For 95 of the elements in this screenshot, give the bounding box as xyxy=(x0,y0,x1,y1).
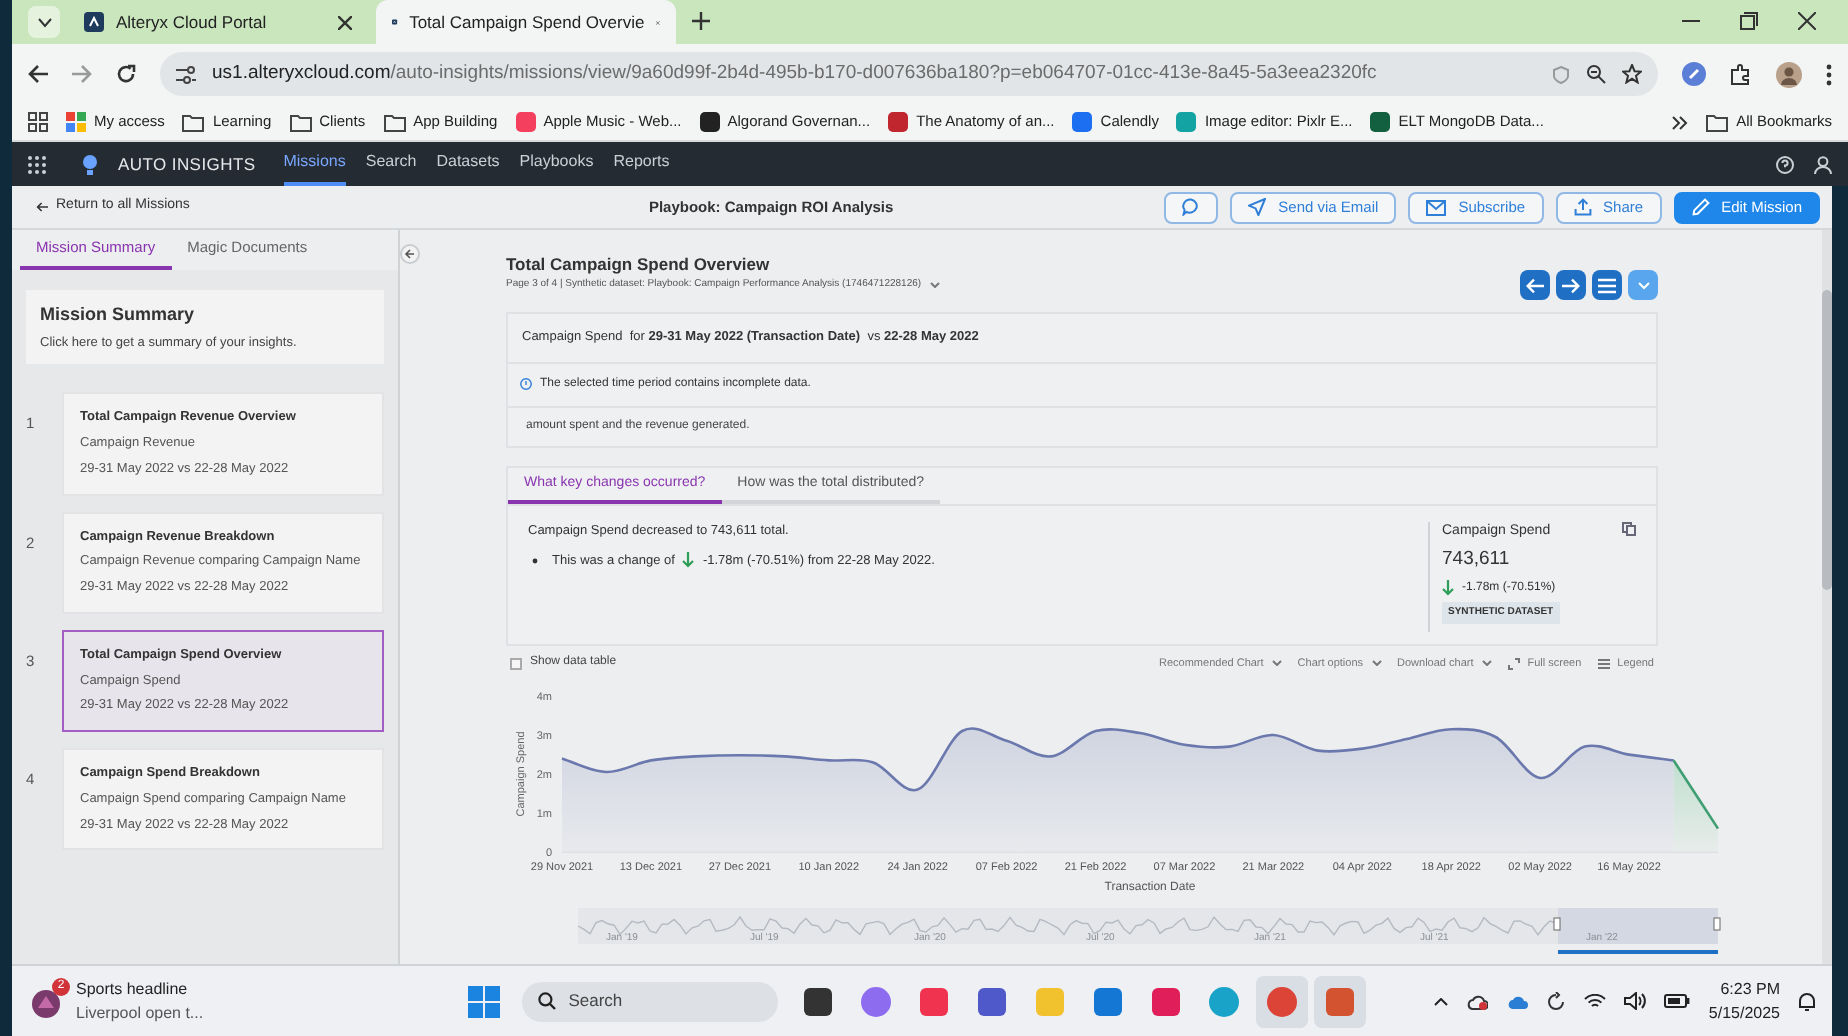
collapse-panel-icon[interactable] xyxy=(400,244,420,264)
comment-button[interactable] xyxy=(1164,191,1219,223)
folder-icon xyxy=(1706,113,1729,131)
chevron-up-icon[interactable] xyxy=(1434,997,1449,1005)
app-icon xyxy=(1324,985,1357,1017)
kebab-menu-icon[interactable] xyxy=(1826,63,1832,85)
new-tab-icon[interactable] xyxy=(692,12,710,30)
speaker-icon[interactable] xyxy=(1624,992,1647,1010)
next-button[interactable] xyxy=(1556,270,1586,300)
windows-start-icon[interactable] xyxy=(468,985,501,1017)
folder-icon xyxy=(383,113,406,131)
site-info-icon[interactable] xyxy=(176,65,196,83)
extension-icon[interactable] xyxy=(1682,62,1706,86)
arrow-right-icon xyxy=(1562,277,1580,293)
app-icon xyxy=(1150,985,1183,1017)
copy-icon[interactable] xyxy=(1622,521,1636,536)
app-icon xyxy=(802,985,835,1017)
cloud-icon[interactable] xyxy=(1466,993,1489,1009)
upload-icon xyxy=(1573,198,1592,216)
nav-tab[interactable]: Datasets xyxy=(436,142,500,186)
user-icon[interactable] xyxy=(1814,155,1832,173)
news-title: Sports headline xyxy=(76,977,190,1001)
puzzle-icon[interactable] xyxy=(1730,63,1752,85)
chevron-down-icon xyxy=(37,17,51,27)
menu-icon xyxy=(1598,277,1616,293)
insight-title: Total Campaign Spend Overview xyxy=(506,252,772,278)
list-icon xyxy=(1597,657,1610,670)
address-field[interactable]: us1.alteryxcloud.com/auto-insights/missions/view/9a60d99f-2b4d-495b-b170-d007636ba180?p=eb064707-01cc-413e-8a45-5a3eea2320fc xyxy=(160,52,1658,96)
summary-title: Mission Summary xyxy=(40,302,197,328)
news-subtitle: Liverpool open t... xyxy=(76,1001,204,1025)
scrollbar[interactable] xyxy=(1822,230,1832,964)
site-favicon-icon xyxy=(84,12,104,32)
clock-time: 6:23 PM xyxy=(1720,977,1780,1001)
apps-grid-icon[interactable] xyxy=(28,155,46,173)
search-placeholder: Search xyxy=(568,988,623,1014)
close-icon[interactable] xyxy=(1798,12,1816,30)
kpi-value: 743,611 xyxy=(1442,546,1512,575)
expand-icon xyxy=(1507,657,1520,670)
chevron-down-icon xyxy=(1481,660,1492,667)
notification-bell-icon[interactable] xyxy=(1798,991,1816,1011)
pencil-icon xyxy=(1691,198,1710,216)
tab-list-button[interactable] xyxy=(28,6,60,38)
nav-tab[interactable]: Reports xyxy=(613,142,670,186)
close-icon[interactable] xyxy=(338,15,352,29)
show-data-table-checkbox[interactable] xyxy=(510,657,522,670)
down-arrow-icon xyxy=(1442,580,1454,596)
prev-button[interactable] xyxy=(1520,270,1550,300)
paper-plane-icon xyxy=(1248,198,1267,216)
lightbulb-icon xyxy=(82,153,98,175)
apps-grid-icon[interactable] xyxy=(28,112,48,132)
chevron-down-icon xyxy=(1271,660,1282,667)
back-arrow-icon[interactable] xyxy=(28,64,48,84)
wifi-icon[interactable] xyxy=(1584,993,1607,1009)
app-icon xyxy=(1092,985,1125,1017)
nav-tab[interactable]: Playbooks xyxy=(519,142,594,186)
chevron-double-right-icon[interactable] xyxy=(1672,115,1689,129)
browser-tab[interactable]: Alteryx Cloud Portal xyxy=(68,0,368,44)
folder-icon xyxy=(182,113,205,131)
url-text: us1.alteryxcloud.com/auto-insights/missions/view/9a60d99f-2b4d-495b-b170-d007636ba180?p=eb064707-01cc-413e-8a45-5a3eea2320fc xyxy=(212,59,1379,88)
arrow-left-icon xyxy=(36,202,48,212)
app-icon xyxy=(860,985,893,1017)
chevron-down-icon xyxy=(1637,281,1649,289)
restore-icon[interactable] xyxy=(1740,12,1758,30)
folder-icon xyxy=(289,113,312,131)
nav-tab[interactable]: Search xyxy=(365,142,417,186)
taskbar-search-field[interactable]: Search xyxy=(522,981,779,1021)
help-icon[interactable] xyxy=(1776,155,1794,173)
app-brand: AUTO INSIGHTS xyxy=(118,151,256,177)
menu-button[interactable] xyxy=(1592,270,1622,300)
app-icon xyxy=(918,985,951,1017)
app-icon xyxy=(1208,985,1241,1017)
battery-icon[interactable] xyxy=(1664,994,1691,1008)
sync-icon[interactable] xyxy=(1546,991,1567,1011)
zoom-icon[interactable] xyxy=(1586,64,1606,84)
browser-tab[interactable]: Total Campaign Spend Overvie xyxy=(376,0,676,44)
app-icon xyxy=(1034,985,1067,1017)
search-icon xyxy=(538,992,557,1010)
bullet-icon xyxy=(532,557,538,564)
app-icon xyxy=(1266,985,1299,1017)
arrow-left-icon xyxy=(1526,277,1544,293)
reload-icon[interactable] xyxy=(116,64,136,84)
info-icon xyxy=(520,378,532,391)
star-icon[interactable] xyxy=(1622,64,1642,84)
tab-title: Alteryx Cloud Portal xyxy=(116,9,269,35)
down-arrow-icon xyxy=(682,552,695,569)
app-icon xyxy=(976,985,1009,1017)
grid-icon xyxy=(66,112,86,132)
chevron-down-icon xyxy=(1371,660,1382,667)
clock-date: 5/15/2025 xyxy=(1708,1001,1780,1025)
forward-arrow-icon[interactable] xyxy=(72,64,92,84)
speech-bubble-icon xyxy=(1182,198,1201,216)
chevron-down-icon[interactable] xyxy=(929,282,940,288)
envelope-icon xyxy=(1426,199,1447,215)
profile-avatar-icon[interactable] xyxy=(1776,61,1802,87)
tab-title: Total Campaign Spend Overvie xyxy=(409,9,645,35)
